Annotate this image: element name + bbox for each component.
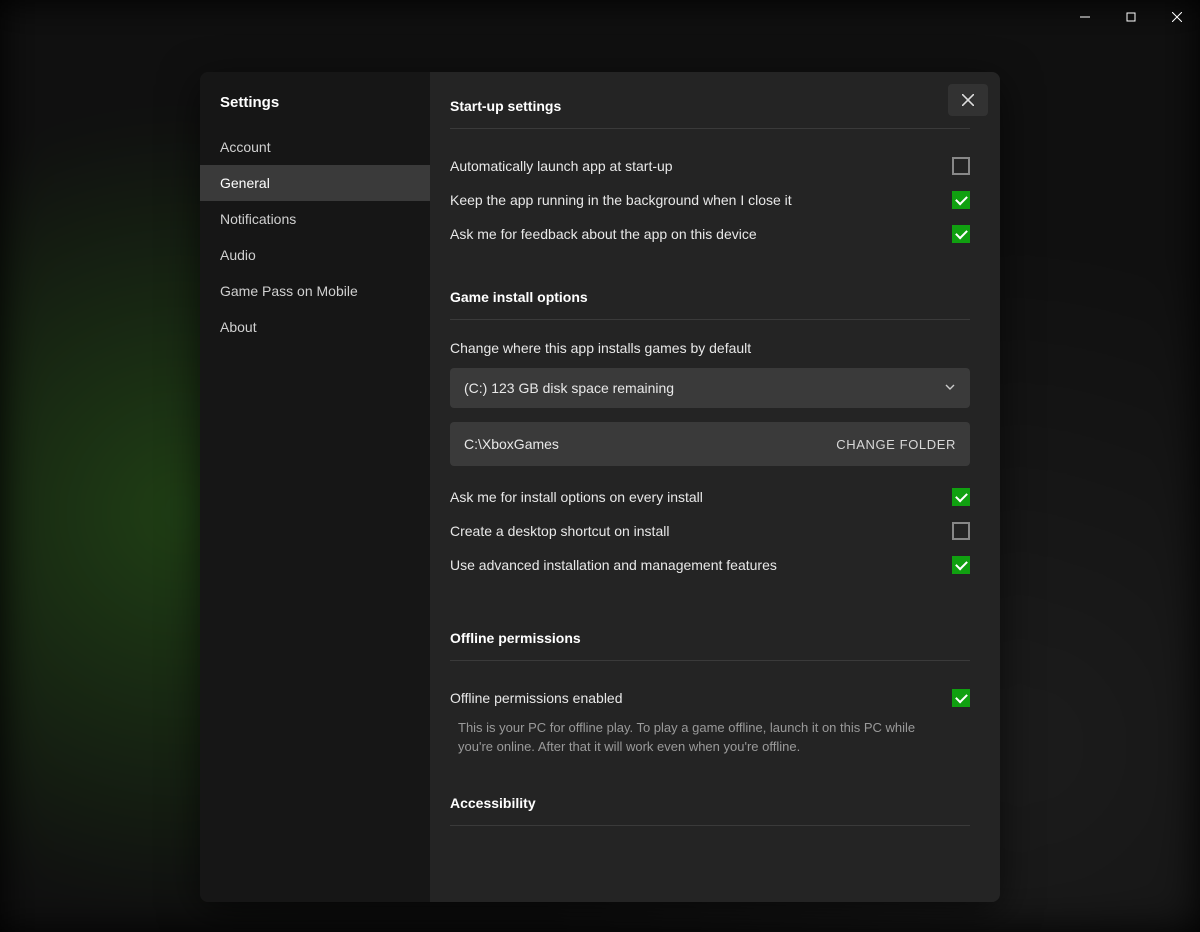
maximize-icon — [1126, 12, 1136, 22]
sidebar-item-game-pass-mobile[interactable]: Game Pass on Mobile — [200, 273, 430, 309]
sidebar-item-label: Game Pass on Mobile — [220, 283, 358, 299]
section-title: Accessibility — [450, 795, 970, 826]
sidebar-item-audio[interactable]: Audio — [200, 237, 430, 273]
section-title: Start-up settings — [450, 98, 970, 129]
settings-sidebar: Settings Account General Notifications A… — [200, 72, 430, 902]
checkbox-advanced-mgmt[interactable] — [952, 556, 970, 574]
close-icon — [962, 94, 974, 106]
checkbox-keep-running[interactable] — [952, 191, 970, 209]
row-label: Keep the app running in the background w… — [450, 192, 792, 208]
section-title: Game install options — [450, 289, 970, 320]
settings-content-panel: Start-up settings Automatically launch a… — [430, 72, 1000, 902]
sidebar-item-general[interactable]: General — [200, 165, 430, 201]
checkbox-desktop-shortcut[interactable] — [952, 522, 970, 540]
section-accessibility: Accessibility — [450, 795, 970, 826]
sidebar-item-label: General — [220, 175, 270, 191]
row-auto-launch: Automatically launch app at start-up — [450, 149, 970, 183]
offline-description: This is your PC for offline play. To pla… — [450, 715, 950, 757]
checkbox-offline-enabled[interactable] — [952, 689, 970, 707]
install-folder-path: C:\XboxGames — [464, 436, 559, 452]
dialog-close-button[interactable] — [948, 84, 988, 116]
sidebar-item-notifications[interactable]: Notifications — [200, 201, 430, 237]
row-label: Create a desktop shortcut on install — [450, 523, 669, 539]
sidebar-item-label: Audio — [220, 247, 256, 263]
section-title: Offline permissions — [450, 630, 970, 661]
section-startup: Start-up settings Automatically launch a… — [450, 98, 970, 251]
row-feedback: Ask me for feedback about the app on thi… — [450, 217, 970, 251]
minimize-icon — [1080, 12, 1090, 22]
checkbox-feedback[interactable] — [952, 225, 970, 243]
row-label: Use advanced installation and management… — [450, 557, 777, 573]
row-offline-enabled: Offline permissions enabled — [450, 681, 970, 715]
minimize-button[interactable] — [1062, 1, 1108, 33]
change-folder-button[interactable]: CHANGE FOLDER — [836, 437, 956, 452]
settings-dialog: Settings Account General Notifications A… — [200, 72, 1000, 902]
checkbox-ask-install[interactable] — [952, 488, 970, 506]
sidebar-item-label: About — [220, 319, 257, 335]
checkbox-auto-launch[interactable] — [952, 157, 970, 175]
sidebar-item-account[interactable]: Account — [200, 129, 430, 165]
chevron-down-icon — [944, 380, 956, 396]
section-install: Game install options Change where this a… — [450, 289, 970, 582]
row-label: Ask me for install options on every inst… — [450, 489, 703, 505]
change-location-label: Change where this app installs games by … — [450, 340, 970, 368]
drive-select-value: (C:) 123 GB disk space remaining — [464, 380, 674, 396]
maximize-button[interactable] — [1108, 1, 1154, 33]
row-keep-running: Keep the app running in the background w… — [450, 183, 970, 217]
sidebar-item-label: Account — [220, 139, 271, 155]
sidebar-title: Settings — [200, 94, 430, 129]
sidebar-item-about[interactable]: About — [200, 309, 430, 345]
row-ask-install: Ask me for install options on every inst… — [450, 480, 970, 514]
install-folder-box: C:\XboxGames CHANGE FOLDER — [450, 422, 970, 466]
window-titlebar — [0, 0, 1200, 34]
section-offline: Offline permissions Offline permissions … — [450, 630, 970, 757]
row-label: Offline permissions enabled — [450, 690, 623, 706]
row-label: Ask me for feedback about the app on thi… — [450, 226, 757, 242]
row-label: Automatically launch app at start-up — [450, 158, 673, 174]
row-advanced-mgmt: Use advanced installation and management… — [450, 548, 970, 582]
sidebar-item-label: Notifications — [220, 211, 296, 227]
row-desktop-shortcut: Create a desktop shortcut on install — [450, 514, 970, 548]
close-icon — [1172, 12, 1182, 22]
drive-select[interactable]: (C:) 123 GB disk space remaining — [450, 368, 970, 408]
window-close-button[interactable] — [1154, 1, 1200, 33]
